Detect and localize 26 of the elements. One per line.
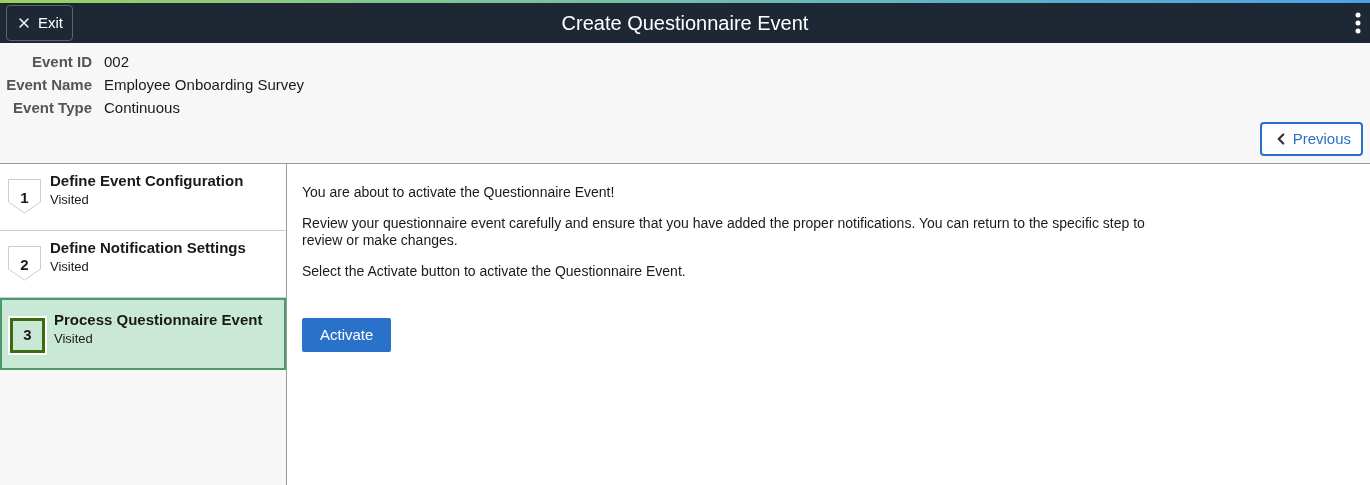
exit-button[interactable]: Exit bbox=[6, 5, 73, 41]
field-label: Event Type bbox=[12, 98, 92, 119]
step-item[interactable]: 1 Define Event Configuration Visited bbox=[0, 164, 286, 231]
step-number: 1 bbox=[8, 179, 41, 214]
step-status: Visited bbox=[54, 330, 94, 348]
field-value: Continuous bbox=[104, 98, 180, 119]
more-options-icon[interactable] bbox=[1355, 12, 1361, 34]
step-title: Process Questionnaire Event bbox=[54, 310, 263, 330]
step-number: 2 bbox=[8, 246, 41, 281]
field-label: Event ID bbox=[31, 52, 92, 73]
step-title: Define Notification Settings bbox=[50, 238, 246, 258]
instruction-text: Review your questionnaire event carefully and ensure that you have added the proper notifications. You can return to the specific step to review or make changes. bbox=[302, 215, 1146, 249]
field-label: Event Name bbox=[5, 75, 92, 96]
step-item[interactable]: 2 Define Notification Settings Visited bbox=[0, 231, 286, 298]
previous-button[interactable]: Previous bbox=[1259, 122, 1363, 156]
step-number: 3 bbox=[10, 318, 45, 353]
field-value: 002 bbox=[104, 52, 130, 73]
instruction-text: Select the Activate button to activate the Questionnaire Event. bbox=[302, 263, 687, 280]
instruction-text: You are about to activate the Questionnaire Event! bbox=[302, 184, 616, 201]
field-value: Employee Onboarding Survey bbox=[104, 75, 305, 96]
step-title: Define Event Configuration bbox=[50, 171, 244, 191]
page-title: Create Questionnaire Event bbox=[561, 11, 809, 36]
step-item[interactable]: 3 Process Questionnaire Event Visited bbox=[0, 298, 286, 370]
step-status: Visited bbox=[50, 258, 90, 276]
activate-button[interactable]: Activate bbox=[302, 318, 392, 352]
step-status: Visited bbox=[50, 191, 90, 209]
